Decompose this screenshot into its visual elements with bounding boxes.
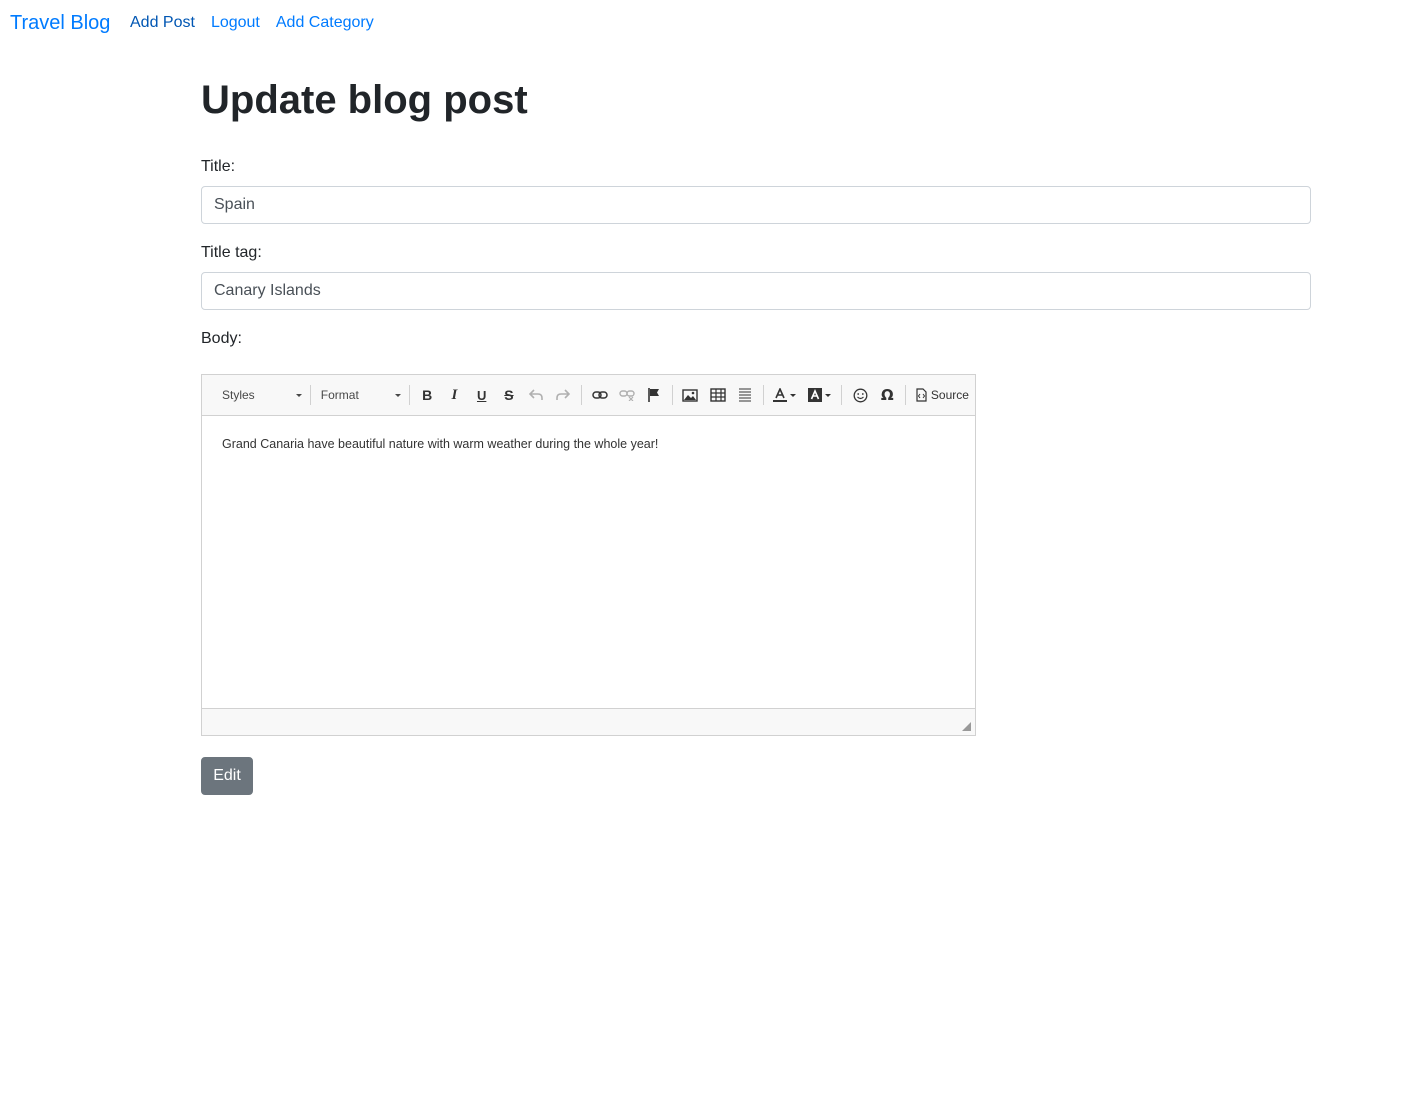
undo-icon	[529, 389, 543, 400]
strikethrough-icon: S	[504, 387, 514, 403]
source-code-icon	[916, 388, 927, 402]
background-color-icon	[808, 388, 823, 402]
table-icon	[709, 388, 726, 402]
nav-add-category-link[interactable]: Add Category	[276, 12, 374, 34]
emoji-button[interactable]	[846, 382, 873, 408]
italic-button[interactable]: I	[441, 382, 468, 408]
brand-link[interactable]: Travel Blog	[10, 10, 110, 36]
undo-button[interactable]	[523, 382, 550, 408]
flag-icon	[648, 388, 660, 402]
special-char-button[interactable]: Ω	[874, 382, 901, 408]
styles-dropdown[interactable]: Styles	[210, 383, 306, 407]
format-dropdown-label: Format	[320, 388, 359, 402]
toolbar-separator	[671, 385, 673, 405]
horizontal-line-button[interactable]	[731, 382, 758, 408]
toolbar-separator	[762, 385, 764, 405]
source-button[interactable]: Source	[910, 382, 975, 408]
unlink-button[interactable]	[613, 382, 640, 408]
strikethrough-button[interactable]: S	[495, 382, 522, 408]
text-color-icon	[773, 388, 788, 402]
toolbar-separator	[408, 385, 410, 405]
chevron-down-icon	[394, 393, 401, 397]
omega-icon: Ω	[880, 386, 894, 404]
toolbar-separator	[904, 385, 906, 405]
background-color-button[interactable]	[802, 382, 837, 408]
chevron-down-icon	[825, 393, 832, 397]
table-button[interactable]	[704, 382, 731, 408]
title-tag-input[interactable]	[201, 272, 1311, 310]
editor-content-area[interactable]: Grand Canaria have beautiful nature with…	[202, 416, 975, 708]
rich-text-editor: Styles Format B I U S Ω Source Grand Can…	[201, 374, 976, 736]
unlink-icon	[619, 390, 635, 401]
redo-icon	[556, 389, 571, 400]
title-input[interactable]	[201, 186, 1311, 224]
title-tag-label: Title tag:	[201, 244, 262, 261]
toolbar-separator	[581, 385, 583, 405]
toolbar-separator	[309, 385, 311, 405]
bold-icon: B	[422, 387, 433, 403]
link-icon	[591, 391, 608, 399]
body-label: Body:	[201, 330, 242, 347]
nav-links: Add Post Logout Add Category	[130, 12, 390, 34]
edit-submit-button[interactable]: Edit	[201, 757, 253, 795]
title-label: Title:	[201, 158, 236, 175]
image-icon	[682, 388, 699, 402]
toolbar-separator	[841, 385, 843, 405]
text-color-button[interactable]	[767, 382, 802, 408]
link-button[interactable]	[586, 382, 613, 408]
editor-paragraph: Grand Canaria have beautiful nature with…	[222, 437, 659, 451]
smiley-icon	[853, 388, 868, 402]
styles-dropdown-label: Styles	[222, 388, 255, 402]
nav-logout-link[interactable]: Logout	[211, 12, 260, 34]
chevron-down-icon	[790, 393, 797, 397]
resize-handle-icon[interactable]	[962, 722, 971, 731]
page-title: Update blog post	[201, 78, 528, 122]
source-button-label: Source	[930, 388, 969, 402]
horizontal-line-icon	[738, 388, 751, 402]
redo-button[interactable]	[550, 382, 577, 408]
navbar: Travel Blog Add Post Logout Add Category	[0, 0, 1414, 46]
underline-icon: U	[476, 387, 487, 403]
editor-status-bar	[202, 708, 975, 735]
chevron-down-icon	[295, 393, 302, 397]
nav-add-post-link[interactable]: Add Post	[130, 12, 195, 34]
underline-button[interactable]: U	[468, 382, 495, 408]
bold-button[interactable]: B	[414, 382, 441, 408]
format-dropdown[interactable]: Format	[315, 383, 405, 407]
editor-toolbar: Styles Format B I U S Ω Source	[202, 375, 975, 416]
italic-icon: I	[451, 386, 458, 403]
anchor-button[interactable]	[641, 382, 668, 408]
image-button[interactable]	[677, 382, 704, 408]
